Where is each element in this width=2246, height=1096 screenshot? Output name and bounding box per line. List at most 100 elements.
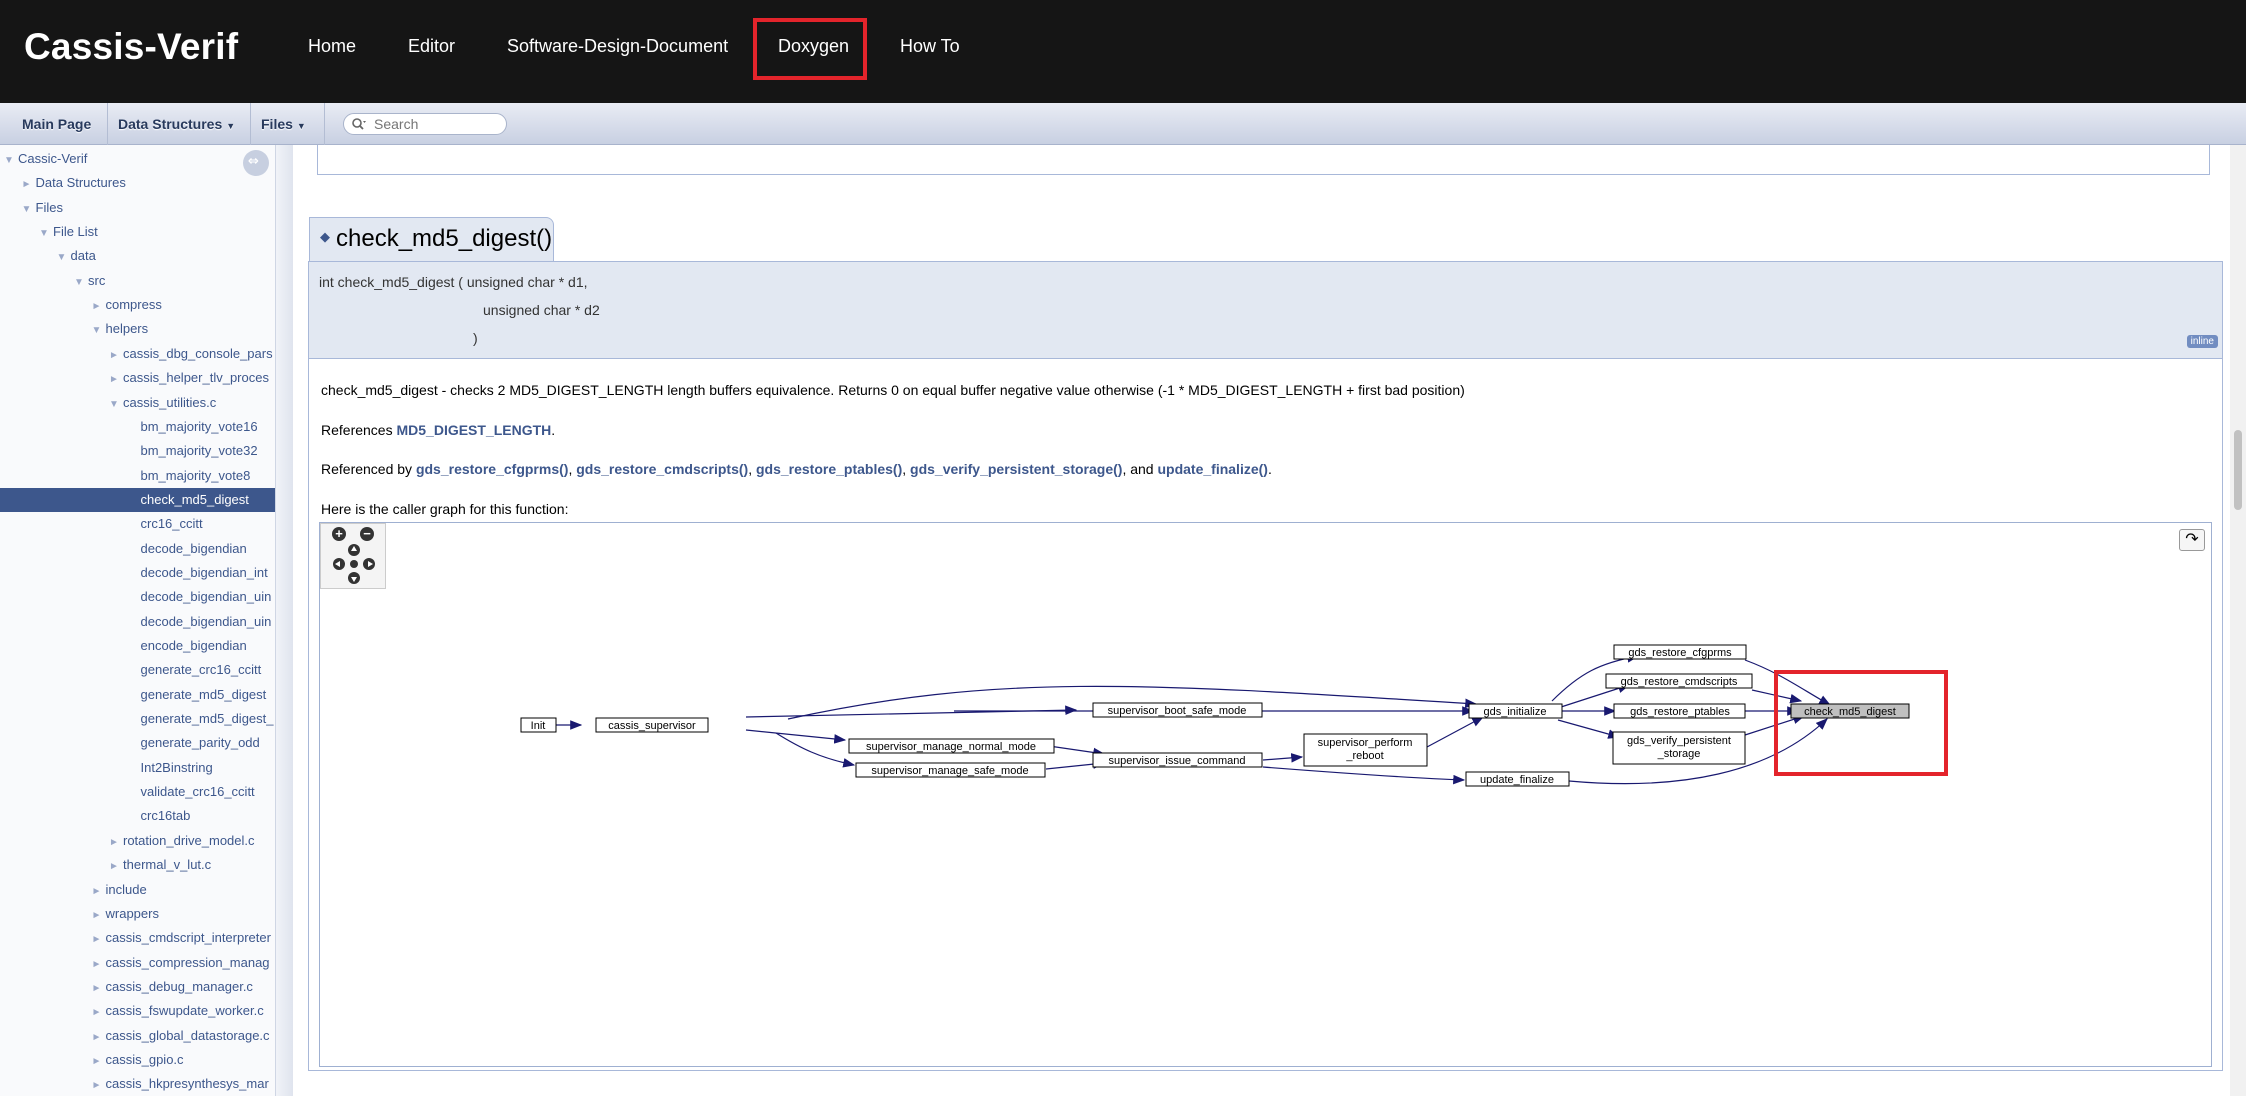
- sidebar-item[interactable]: ► compress: [0, 293, 275, 317]
- search-icon[interactable]: [351, 117, 367, 131]
- sidebar-item[interactable]: ► cassis_debug_manager.c: [0, 975, 275, 999]
- sidebar-item[interactable]: ► cassis_compression_manag: [0, 951, 275, 975]
- collapsed-arrow-icon[interactable]: ►: [92, 1050, 106, 1072]
- expanded-arrow-icon[interactable]: ▼: [22, 198, 36, 220]
- sidebar-item[interactable]: ► cassis_helper_tlv_proces: [0, 366, 275, 390]
- sidebar-item[interactable]: ▼ File List: [0, 220, 275, 244]
- sidebar-item[interactable]: ► cassis_dbg_console_pars: [0, 342, 275, 366]
- sidebar-item[interactable]: check_md5_digest: [0, 487, 275, 512]
- sidebar-item[interactable]: bm_majority_vote16: [0, 415, 275, 439]
- main-scrollbar[interactable]: [2230, 145, 2246, 1096]
- tab-data-structures[interactable]: Data Structures ▼: [108, 103, 251, 145]
- sidebar-item[interactable]: ► cassis_fswupdate_worker.c: [0, 999, 275, 1023]
- description-text: check_md5_digest - checks 2 MD5_DIGEST_L…: [321, 382, 1465, 398]
- collapsed-arrow-icon[interactable]: ►: [109, 831, 123, 853]
- site-brand[interactable]: Cassis-Verif: [24, 26, 238, 68]
- expanded-arrow-icon[interactable]: ▼: [92, 319, 106, 341]
- sidebar-item[interactable]: Int2Binstring: [0, 756, 275, 780]
- sidebar-item[interactable]: ► Data Structures: [0, 171, 275, 195]
- nav-software-design-document[interactable]: Software-Design-Document: [507, 36, 728, 57]
- graph-node-cfgprms[interactable]: gds_restore_cfgprms: [1613, 644, 1747, 660]
- sidebar-item[interactable]: crc16_ccitt: [0, 512, 275, 536]
- nav-editor[interactable]: Editor: [408, 36, 455, 57]
- sidebar-item[interactable]: ► cassis_hkpresynthesys_mar: [0, 1072, 275, 1096]
- sidebar-item[interactable]: ► cassis_gpio.c: [0, 1048, 275, 1072]
- ref-link-gds-verify-persistent-storage[interactable]: gds_verify_persistent_storage(): [910, 461, 1122, 477]
- sidebar-item[interactable]: generate_crc16_ccitt: [0, 658, 275, 682]
- proto-line-2: unsigned char * d2: [483, 302, 600, 318]
- ref-link-gds-restore-cfgprms[interactable]: gds_restore_cfgprms(): [416, 461, 569, 477]
- sidebar-item[interactable]: generate_parity_odd: [0, 731, 275, 755]
- tab-files[interactable]: Files ▼: [251, 103, 325, 145]
- sidebar-item[interactable]: ► cassis_cmdscript_interpreter: [0, 926, 275, 950]
- caller-graph[interactable]: + − ↷ Init cassis_supervisor supervisor_…: [319, 522, 2212, 1067]
- graph-node-perform-reboot[interactable]: supervisor_perform_reboot: [1303, 733, 1428, 767]
- collapsed-arrow-icon[interactable]: ►: [92, 953, 106, 975]
- nav-home[interactable]: Home: [308, 36, 356, 57]
- sidebar-item[interactable]: bm_majority_vote8: [0, 464, 275, 488]
- nav-how-to[interactable]: How To: [900, 36, 960, 57]
- ref-link-gds-restore-cmdscripts[interactable]: gds_restore_cmdscripts(): [576, 461, 748, 477]
- sidebar-splitter[interactable]: [275, 145, 293, 1096]
- graph-node-safe-mode[interactable]: supervisor_manage_safe_mode: [855, 762, 1046, 778]
- sidebar-item[interactable]: crc16tab: [0, 804, 275, 828]
- graph-node-gds-initialize[interactable]: gds_initialize: [1468, 703, 1563, 719]
- sidebar-item[interactable]: validate_crc16_ccitt: [0, 780, 275, 804]
- sync-toggle-button[interactable]: ⇔: [243, 150, 269, 176]
- sidebar-item[interactable]: decode_bigendian_int: [0, 561, 275, 585]
- graph-node-ptables[interactable]: gds_restore_ptables: [1613, 703, 1746, 719]
- collapsed-arrow-icon[interactable]: ►: [92, 904, 106, 926]
- sidebar-item[interactable]: ► include: [0, 878, 275, 902]
- sidebar-item[interactable]: ▼ data: [0, 244, 275, 268]
- collapsed-arrow-icon[interactable]: ►: [92, 977, 106, 999]
- main-content: ◆ check_md5_digest() int check_md5_diges…: [293, 145, 2230, 1096]
- expanded-arrow-icon[interactable]: ▼: [109, 393, 123, 415]
- expanded-arrow-icon[interactable]: ▼: [4, 149, 18, 171]
- collapsed-arrow-icon[interactable]: ►: [109, 344, 123, 366]
- graph-node-check-md5-digest[interactable]: check_md5_digest: [1790, 703, 1910, 719]
- sidebar-item[interactable]: ▼ Cassic-Verif: [0, 147, 275, 171]
- ref-link-gds-restore-ptables[interactable]: gds_restore_ptables(): [756, 461, 902, 477]
- collapsed-arrow-icon[interactable]: ►: [92, 1074, 106, 1096]
- collapsed-arrow-icon[interactable]: ►: [92, 295, 106, 317]
- main-scrollbar-thumb[interactable]: [2234, 430, 2242, 510]
- sidebar-item[interactable]: decode_bigendian: [0, 537, 275, 561]
- graph-node-cmdscripts[interactable]: gds_restore_cmdscripts: [1605, 673, 1753, 689]
- collapsed-arrow-icon[interactable]: ►: [92, 1026, 106, 1048]
- search-input[interactable]: [372, 116, 500, 132]
- sidebar-item[interactable]: ▼ Files: [0, 196, 275, 220]
- collapsed-arrow-icon[interactable]: ►: [109, 368, 123, 390]
- graph-node-issue-command[interactable]: supervisor_issue_command: [1092, 752, 1263, 768]
- sidebar-item[interactable]: ▼ cassis_utilities.c: [0, 391, 275, 415]
- sidebar-item[interactable]: ► wrappers: [0, 902, 275, 926]
- sidebar-item[interactable]: ► cassis_global_datastorage.c: [0, 1024, 275, 1048]
- ref-link-update-finalize[interactable]: update_finalize(): [1157, 461, 1267, 477]
- collapsed-arrow-icon[interactable]: ►: [92, 880, 106, 902]
- graph-node-update-finalize[interactable]: update_finalize: [1465, 771, 1570, 787]
- graph-node-init[interactable]: Init: [520, 717, 557, 733]
- sidebar-item[interactable]: bm_majority_vote32: [0, 439, 275, 463]
- sidebar-item[interactable]: ▼ helpers: [0, 317, 275, 341]
- graph-node-cassis-supervisor[interactable]: cassis_supervisor: [595, 717, 709, 733]
- sidebar-item[interactable]: ▼ src: [0, 269, 275, 293]
- sidebar-item[interactable]: ► thermal_v_lut.c: [0, 853, 275, 877]
- sidebar-item[interactable]: decode_bigendian_uin: [0, 610, 275, 634]
- expanded-arrow-icon[interactable]: ▼: [39, 222, 53, 244]
- sidebar-item[interactable]: generate_md5_digest: [0, 683, 275, 707]
- search-box[interactable]: [343, 113, 507, 135]
- collapsed-arrow-icon[interactable]: ►: [109, 855, 123, 877]
- graph-node-boot-safe[interactable]: supervisor_boot_safe_mode: [1092, 702, 1263, 718]
- collapsed-arrow-icon[interactable]: ►: [92, 928, 106, 950]
- collapsed-arrow-icon[interactable]: ►: [92, 1001, 106, 1023]
- sidebar-item[interactable]: encode_bigendian: [0, 634, 275, 658]
- tab-main-page[interactable]: Main Page: [12, 103, 108, 145]
- sidebar-item[interactable]: ► rotation_drive_model.c: [0, 829, 275, 853]
- expanded-arrow-icon[interactable]: ▼: [57, 246, 71, 268]
- expanded-arrow-icon[interactable]: ▼: [74, 271, 88, 293]
- sidebar-item[interactable]: decode_bigendian_uin: [0, 585, 275, 609]
- collapsed-arrow-icon[interactable]: ►: [22, 173, 36, 195]
- graph-node-verify-storage[interactable]: gds_verify_persistent_storage: [1612, 731, 1746, 765]
- sidebar-item[interactable]: generate_md5_digest_: [0, 707, 275, 731]
- reference-link-md5-digest-length[interactable]: MD5_DIGEST_LENGTH: [396, 422, 551, 438]
- graph-node-normal-mode[interactable]: supervisor_manage_normal_mode: [848, 738, 1055, 754]
